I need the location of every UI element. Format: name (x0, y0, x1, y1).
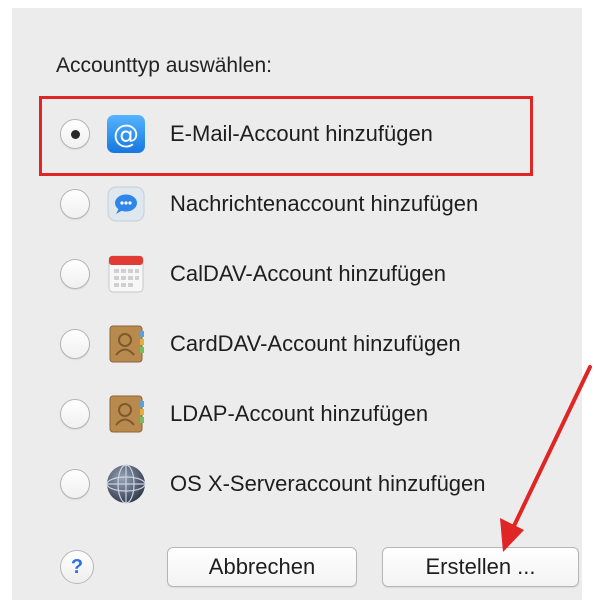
radio-button[interactable] (60, 399, 90, 429)
option-label: LDAP-Account hinzufügen (170, 401, 429, 426)
option-caldav-account[interactable]: CalDAV-Account hinzufügen (52, 245, 572, 305)
globe-server-icon (104, 462, 148, 506)
option-osx-server-account[interactable]: OS X-Serveraccount hinzufügen (52, 455, 572, 515)
radio-button[interactable] (60, 189, 90, 219)
option-messages-account[interactable]: Nachrichtenaccount hinzufügen (52, 175, 572, 235)
contacts-book-icon (104, 322, 148, 366)
cancel-button[interactable]: Abbrechen (167, 547, 357, 587)
help-button[interactable]: ? (60, 550, 94, 584)
highlight-box (39, 96, 533, 176)
dialog-heading: Accounttyp auswählen: (56, 54, 272, 77)
contacts-book-icon (104, 392, 148, 436)
radio-button[interactable] (60, 469, 90, 499)
create-button[interactable]: Erstellen ... (382, 547, 579, 587)
option-label: OS X-Serveraccount hinzufügen (170, 471, 486, 496)
option-label: CardDAV-Account hinzufügen (170, 331, 461, 356)
option-ldap-account[interactable]: LDAP-Account hinzufügen (52, 385, 572, 445)
calendar-icon (104, 252, 148, 296)
option-label: Nachrichtenaccount hinzufügen (170, 191, 479, 216)
account-type-dialog: Accounttyp auswählen: @ E-Mail-Account h… (12, 8, 582, 600)
radio-button[interactable] (60, 329, 90, 359)
radio-button[interactable] (60, 259, 90, 289)
option-carddav-account[interactable]: CardDAV-Account hinzufügen (52, 315, 572, 375)
option-label: CalDAV-Account hinzufügen (170, 261, 446, 286)
messages-bubble-icon (104, 182, 148, 226)
